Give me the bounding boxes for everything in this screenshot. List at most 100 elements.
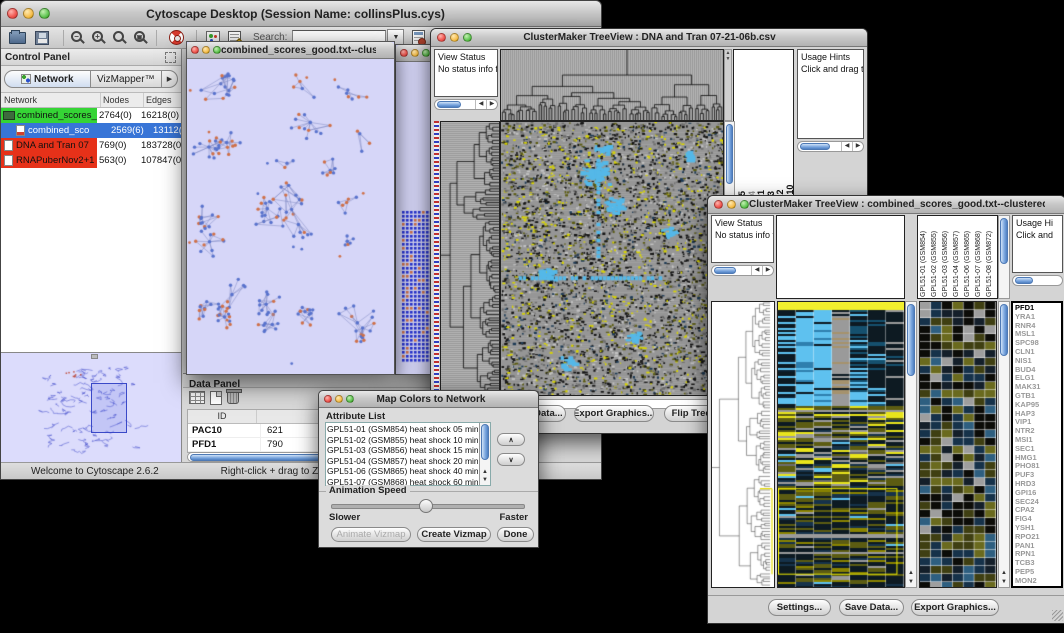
gene-label[interactable]: PEP5 xyxy=(1015,568,1061,577)
gene-label[interactable]: VIP1 xyxy=(1015,418,1061,427)
network-list-row[interactable]: DNA and Tran 07769(0)183728(0) xyxy=(1,138,181,153)
gene-label[interactable]: PFD1 xyxy=(1015,304,1061,313)
attribute-list-item[interactable]: GPL51-03 (GSM856) heat shock 15 min xyxy=(327,445,478,456)
scroll-right-arrow[interactable]: ▶ xyxy=(762,266,773,275)
minimize-button[interactable] xyxy=(335,395,343,403)
tv2-labels-vscroll-thumb[interactable] xyxy=(1000,218,1008,264)
gene-label[interactable]: YSH1 xyxy=(1015,524,1061,533)
gene-label[interactable]: GTB1 xyxy=(1015,392,1061,401)
scroll-left-arrow[interactable]: ◀ xyxy=(841,142,852,151)
gene-label[interactable]: NTR2 xyxy=(1015,427,1061,436)
overview-viewport-rect[interactable] xyxy=(91,383,127,433)
zoom-fit-icon[interactable]: ▣ xyxy=(134,31,145,42)
column-header-network[interactable]: Network xyxy=(1,93,101,107)
gene-label[interactable]: MON2 xyxy=(1015,577,1061,586)
export-graphics--button[interactable]: Export Graphics... xyxy=(911,599,999,616)
attribute-listbox[interactable]: GPL51-01 (GSM854) heat shock 05 minGPL51… xyxy=(325,422,491,486)
tab-vizmapper[interactable]: VizMapper™ xyxy=(91,70,162,88)
gene-label[interactable]: KAP95 xyxy=(1015,401,1061,410)
tv1-hints-hscrollbar[interactable]: ◀▶ xyxy=(797,141,864,152)
gene-label[interactable]: RPN1 xyxy=(1015,550,1061,559)
report-icon[interactable] xyxy=(412,30,425,45)
tv2-heatmap-panel[interactable] xyxy=(777,301,905,588)
gene-label[interactable]: RPO21 xyxy=(1015,533,1061,542)
close-button[interactable] xyxy=(714,200,723,209)
minimize-button[interactable] xyxy=(23,8,34,19)
tv2-zoom-heatmap-canvas[interactable] xyxy=(920,302,996,587)
network1-canvas[interactable] xyxy=(187,59,392,373)
tv2-zoom-vscrollbar[interactable]: ▲ ▼ xyxy=(998,301,1010,588)
gene-label[interactable]: MSL1 xyxy=(1015,330,1061,339)
gene-label[interactable]: PHO81 xyxy=(1015,462,1061,471)
network-list-row[interactable]: combined_sco2569(6)13112(15) xyxy=(1,123,181,138)
zoom-window-button[interactable] xyxy=(740,200,749,209)
close-button[interactable] xyxy=(324,395,332,403)
settings--button[interactable]: Settings... xyxy=(768,599,831,616)
export-graphics--button[interactable]: Export Graphics... xyxy=(574,405,654,422)
tv1-heatmap-vscroll-thumb[interactable] xyxy=(726,124,733,184)
zoom-window-button[interactable] xyxy=(463,33,472,42)
gene-label[interactable]: SEC1 xyxy=(1015,445,1061,454)
zoom-window-button[interactable] xyxy=(213,46,221,54)
tv1-status-hscroll-thumb[interactable] xyxy=(437,101,461,108)
tab-overflow[interactable]: ▶ xyxy=(162,70,178,88)
zoom-window-button[interactable] xyxy=(422,49,430,57)
gene-label[interactable]: HRD3 xyxy=(1015,480,1061,489)
zoom-actual-icon[interactable] xyxy=(113,31,124,42)
table-grid-icon[interactable] xyxy=(189,391,205,404)
scroll-up-arrow[interactable]: ▲ xyxy=(906,569,916,577)
gene-label[interactable]: TCB3 xyxy=(1015,559,1061,568)
animation-speed-slider-thumb[interactable] xyxy=(419,499,433,513)
gene-label[interactable]: CLN1 xyxy=(1015,348,1061,357)
scroll-left-arrow[interactable]: ◀ xyxy=(475,100,486,109)
gene-label[interactable]: PUF3 xyxy=(1015,471,1061,480)
gene-label[interactable]: SEC24 xyxy=(1015,498,1061,507)
treeview1-titlebar[interactable]: ClusterMaker TreeView : DNA and Tran 07-… xyxy=(431,29,867,47)
tv1-row-dendrogram-panel[interactable] xyxy=(440,121,500,396)
tv2-column-tree-panel[interactable] xyxy=(776,215,905,299)
attribute-list-item[interactable]: GPL51-02 (GSM855) heat shock 10 min xyxy=(327,435,478,446)
scroll-up-arrow[interactable]: ▲ xyxy=(999,569,1009,577)
help-lifering-icon[interactable] xyxy=(169,30,184,45)
tv1-column-dendrogram-canvas[interactable] xyxy=(501,50,723,120)
tv1-heatmap-panel[interactable] xyxy=(500,121,724,396)
attribute-list-vscrollbar[interactable]: ▲ ▼ xyxy=(479,423,490,485)
gene-label[interactable]: HAP3 xyxy=(1015,410,1061,419)
column-header-edges[interactable]: Edges xyxy=(144,93,181,107)
new-doc-icon[interactable] xyxy=(210,391,222,405)
minimize-button[interactable] xyxy=(727,200,736,209)
zoom-out-icon[interactable]: − xyxy=(71,31,82,42)
tv1-heatmap-canvas[interactable] xyxy=(501,122,723,395)
move-up-button[interactable]: ∧ xyxy=(497,433,525,446)
tv2-status-hscroll-thumb[interactable] xyxy=(714,267,736,274)
scroll-left-arrow[interactable]: ◀ xyxy=(751,266,762,275)
network-overview-panel[interactable] xyxy=(1,352,181,463)
gene-label[interactable]: NIS1 xyxy=(1015,357,1061,366)
tv2-heatmap-vscroll-thumb[interactable] xyxy=(907,304,915,376)
scroll-down-arrow[interactable]: ▼ xyxy=(480,476,490,484)
gene-label[interactable]: ELG1 xyxy=(1015,374,1061,383)
attribute-list-vscroll-thumb[interactable] xyxy=(481,424,489,460)
scroll-right-arrow[interactable]: ▶ xyxy=(852,142,863,151)
tv2-status-hscrollbar[interactable]: ◀▶ xyxy=(711,265,774,276)
gene-label[interactable]: YRA1 xyxy=(1015,313,1061,322)
tv2-heatmap-canvas[interactable] xyxy=(778,302,904,587)
move-down-button[interactable]: ∨ xyxy=(497,453,525,466)
scroll-right-arrow[interactable]: ▶ xyxy=(486,100,497,109)
tv2-zoom-heatmap-panel[interactable] xyxy=(919,301,997,588)
gene-label[interactable]: CPA2 xyxy=(1015,506,1061,515)
trash-icon[interactable] xyxy=(227,391,239,404)
data-column-id[interactable]: ID xyxy=(188,410,257,423)
minimize-button[interactable] xyxy=(411,49,419,57)
minimize-button[interactable] xyxy=(450,33,459,42)
column-header-nodes[interactable]: Nodes xyxy=(101,93,144,107)
gene-label[interactable]: MSI1 xyxy=(1015,436,1061,445)
attribute-list-item[interactable]: GPL51-04 (GSM857) heat shock 20 min xyxy=(327,456,478,467)
tv1-status-hscrollbar[interactable]: ◀▶ xyxy=(434,99,498,110)
gene-label[interactable]: HMG1 xyxy=(1015,454,1061,463)
gene-label[interactable]: FIG4 xyxy=(1015,515,1061,524)
tv1-row-dendrogram-canvas[interactable] xyxy=(441,122,499,395)
main-titlebar[interactable]: Cytoscape Desktop (Session Name: collins… xyxy=(1,1,601,27)
tv1-hints-hscroll-thumb[interactable] xyxy=(800,143,830,150)
network-list-row[interactable]: RNAPuberNov2+1563(0)107847(0) xyxy=(1,153,181,168)
